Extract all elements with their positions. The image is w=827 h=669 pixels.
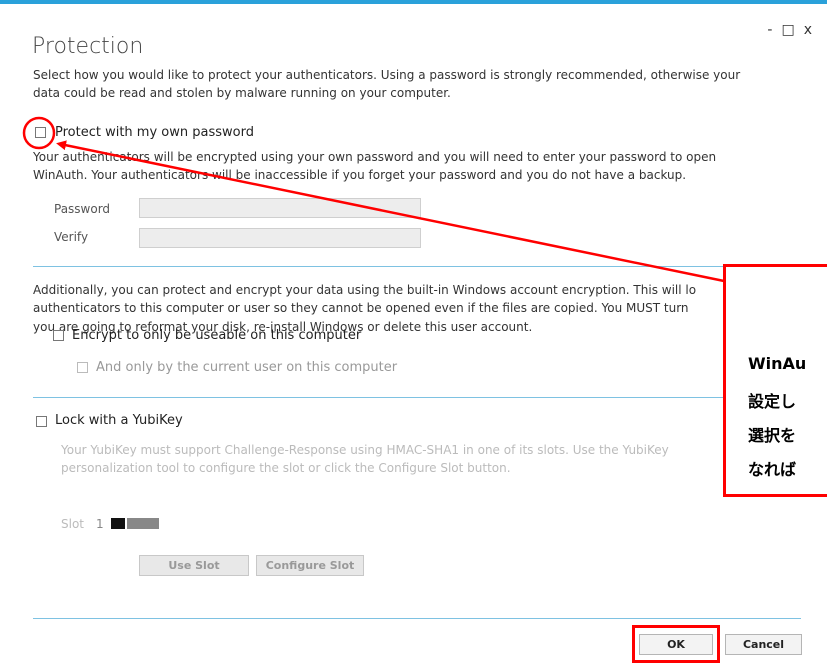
annotation-line-2: 設定し	[748, 392, 797, 411]
annotation-overlay	[22, 116, 725, 283]
annotation-box: WinAu 設定し 選択を なれば	[723, 264, 827, 497]
annotation-line-1: WinAu	[748, 354, 807, 373]
highlight-circle	[22, 116, 56, 150]
annotation-line-3: 選択を	[748, 426, 797, 445]
annotation-arrow	[56, 140, 725, 283]
annotation-line-4: なれば	[748, 460, 797, 479]
